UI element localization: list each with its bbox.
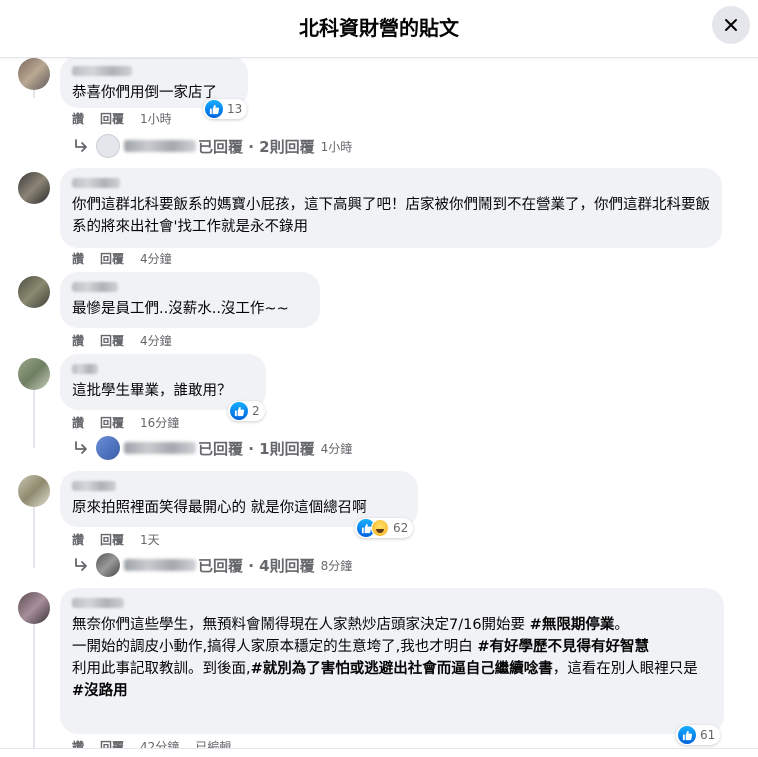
reply-arrow-icon	[75, 558, 87, 571]
like-link[interactable]: 讚	[72, 250, 84, 267]
comment-text: 無奈你們這些學生，無預料會鬧得現在人家熱炒店頭家決定7/16開始要 #無限期停業…	[72, 614, 712, 702]
hashtag[interactable]: #就別為了害怕或逃避出社會而逼自己繼續唸書	[251, 661, 553, 677]
dialog-title: 北科資財營的貼文	[299, 16, 459, 40]
author-name[interactable]	[72, 178, 120, 188]
reply-avatar	[96, 553, 120, 577]
reply-link[interactable]: 回覆	[100, 738, 124, 748]
hashtag[interactable]: #沒路用	[72, 683, 128, 699]
reply-link[interactable]: 回覆	[100, 332, 124, 349]
avatar[interactable]	[18, 358, 50, 390]
author-name[interactable]	[72, 282, 118, 292]
reply-avatar	[96, 134, 120, 158]
comment-bubble: 你們這群北科要飯系的媽寶小屁孩，這下高興了吧！店家被你們鬧到不在營業了，你們這群…	[60, 168, 722, 248]
comment-actions: 讚 回覆 1天	[72, 531, 160, 548]
view-replies[interactable]: 已回覆 · 4則回覆 8分鐘	[72, 553, 352, 577]
comment-actions: 讚 回覆 42分鐘 已編輯	[72, 738, 231, 748]
comment-actions: 讚 回覆 4分鐘	[72, 250, 172, 267]
reaction-badge[interactable]: 2	[228, 401, 265, 421]
like-reaction-icon	[205, 100, 223, 118]
reply-author-names	[124, 559, 196, 571]
text-fragment: 利用此事記取教訓。到後面,	[72, 661, 251, 677]
comment-bubble: 最慘是員工們..沒薪水..沒工作~~	[60, 272, 320, 328]
avatar[interactable]	[18, 276, 50, 308]
reaction-count: 13	[227, 102, 243, 116]
avatar[interactable]	[18, 592, 50, 624]
text-fragment: ，這看在別人眼裡只是	[552, 661, 703, 677]
close-button[interactable]	[712, 6, 750, 44]
author-name[interactable]	[72, 481, 116, 491]
comment-time[interactable]: 16分鐘	[140, 414, 179, 431]
comment-actions: 讚 回覆 16分鐘	[72, 414, 179, 431]
reaction-badge[interactable]: 61	[676, 725, 721, 745]
reply-time: 8分鐘	[320, 558, 353, 573]
like-link[interactable]: 讚	[72, 332, 84, 349]
dialog-footer-edge	[0, 748, 758, 757]
reply-link[interactable]: 回覆	[100, 250, 124, 267]
comment-time[interactable]: 1小時	[140, 110, 172, 127]
reply-time: 4分鐘	[320, 441, 353, 456]
reply-arrow-icon	[75, 441, 87, 454]
reply-link[interactable]: 回覆	[100, 414, 124, 431]
comment-actions: 讚 回覆 1小時	[72, 110, 172, 127]
reaction-count: 61	[700, 728, 716, 742]
thread-line	[33, 618, 35, 748]
reply-avatar	[96, 436, 120, 460]
reply-author-names	[124, 442, 196, 454]
author-name[interactable]	[72, 364, 98, 374]
replies-label[interactable]: 已回覆 · 1則回覆	[198, 438, 315, 459]
reply-link[interactable]: 回覆	[100, 531, 124, 548]
author-name[interactable]	[72, 598, 124, 608]
edited-label: 已編輯	[195, 740, 232, 748]
haha-reaction-icon	[371, 519, 389, 537]
replies-label[interactable]: 已回覆 · 4則回覆	[198, 555, 315, 576]
dialog-header: 北科資財營的貼文	[0, 0, 758, 58]
like-reaction-icon	[678, 726, 696, 744]
reply-link[interactable]: 回覆	[100, 110, 124, 127]
avatar[interactable]	[18, 58, 50, 90]
thread-line	[33, 503, 35, 568]
like-link[interactable]: 讚	[72, 531, 84, 548]
view-replies[interactable]: 已回覆 · 2則回覆 1小時	[72, 134, 352, 158]
hashtag[interactable]: #無限期停業	[530, 617, 615, 633]
comment-bubble: 無奈你們這些學生，無預料會鬧得現在人家熱炒店頭家決定7/16開始要 #無限期停業…	[60, 588, 724, 734]
close-icon	[725, 19, 737, 31]
thread-line	[33, 388, 35, 448]
comment-text: 你們這群北科要飯系的媽寶小屁孩，這下高興了吧！店家被你們鬧到不在營業了，你們這群…	[72, 197, 710, 235]
comment-text: 原來拍照裡面笑得最開心的 就是你這個總召啊	[72, 500, 367, 516]
text-fragment: 無奈你們這些學生，無預料會鬧得現在人家熱炒店頭家決定7/16開始要	[72, 617, 530, 633]
reply-author-names	[124, 140, 196, 152]
hashtag[interactable]: #有好學歷不見得有好智慧	[477, 639, 649, 655]
author-name[interactable]	[72, 66, 132, 76]
reply-arrow-icon	[75, 139, 87, 152]
like-link[interactable]: 讚	[72, 414, 84, 431]
reply-time: 1小時	[320, 139, 353, 154]
avatar[interactable]	[18, 475, 50, 507]
comment-text: 這批學生畢業，誰敢用？	[72, 383, 232, 399]
reaction-badge[interactable]: 13	[203, 99, 248, 119]
comment-time[interactable]: 42分鐘	[140, 738, 179, 748]
like-link[interactable]: 讚	[72, 738, 84, 748]
comment-time[interactable]: 4分鐘	[140, 250, 172, 267]
reaction-badge[interactable]: 62	[355, 518, 414, 538]
like-reaction-icon	[230, 402, 248, 420]
like-link[interactable]: 讚	[72, 110, 84, 127]
replies-label[interactable]: 已回覆 · 2則回覆	[198, 136, 315, 157]
avatar[interactable]	[18, 172, 50, 204]
reaction-count: 62	[393, 521, 409, 535]
comment-time[interactable]: 1天	[140, 531, 160, 548]
comment-time[interactable]: 4分鐘	[140, 332, 172, 349]
comment-text: 最慘是員工們..沒薪水..沒工作~~	[72, 301, 289, 317]
view-replies[interactable]: 已回覆 · 1則回覆 4分鐘	[72, 436, 352, 460]
comments-list: 恭喜你們用倒一家店了 13 讚 回覆 1小時 已回覆 · 2則回覆 1小時 你們…	[0, 58, 758, 748]
comment-actions: 讚 回覆 4分鐘	[72, 332, 172, 349]
reaction-count: 2	[252, 404, 260, 418]
